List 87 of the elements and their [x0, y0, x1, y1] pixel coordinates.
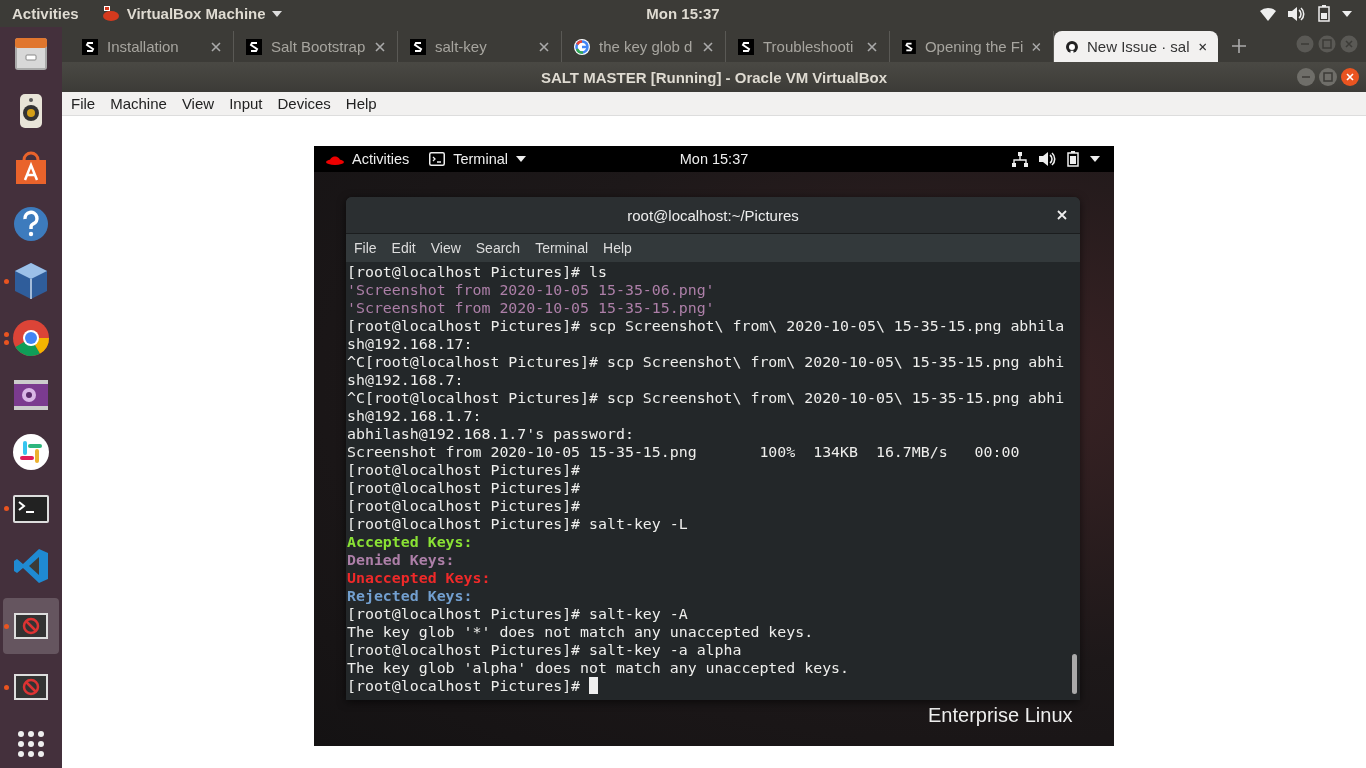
terminal-line: [root@localhost Pictures]# scp Screenshot\ from\ 2020-10-05\ 15-35-15.png abhila — [347, 317, 1065, 335]
terminal-line: [root@localhost Pictures]# ls — [347, 263, 607, 281]
menu-item[interactable]: Help — [345, 95, 377, 112]
terminal-line: ^C[root@localhost Pictures]# scp Screenshot\ from\ 2020-10-05\ 15-35-15.png abhi — [347, 353, 1065, 371]
menu-item[interactable]: File — [71, 95, 96, 112]
menu-item[interactable]: Machine — [110, 95, 167, 112]
caret-icon — [516, 156, 526, 162]
terminal-line: Unaccepted Keys: — [347, 569, 491, 587]
menu-item[interactable]: Input — [229, 95, 263, 112]
network-icon[interactable] — [1012, 151, 1028, 167]
caret-icon[interactable] — [1342, 10, 1352, 17]
menu-item[interactable]: File — [354, 240, 377, 256]
window-title: root@localhost:~/Pictures — [627, 206, 799, 224]
battery-icon[interactable] — [1318, 5, 1330, 22]
menu-item[interactable]: Edit — [391, 240, 416, 256]
site-icon — [246, 38, 262, 55]
terminal-line: sh@192.168.17: — [347, 335, 473, 353]
activities-button[interactable]: Activities — [12, 5, 79, 22]
app-menu[interactable]: VirtualBox Machine — [126, 5, 266, 22]
terminal-line: [root@localhost Pictures]# — [347, 479, 581, 497]
caret-icon — [271, 10, 282, 17]
close-icon[interactable] — [539, 41, 549, 52]
clock[interactable]: Mon 15:37 — [646, 5, 720, 22]
terminal-line: [root@localhost Pictures]# salt-key -A — [347, 605, 688, 623]
running-dot — [4, 339, 9, 345]
battery-icon[interactable] — [1067, 151, 1079, 167]
terminal-line: sh@192.168.1.7: — [347, 407, 482, 425]
running-dot — [4, 623, 9, 629]
tab-title: Opening the Fi — [924, 38, 1024, 55]
menu-item[interactable]: Help — [603, 240, 632, 256]
scrollbar-thumb[interactable] — [1072, 654, 1077, 694]
running-dot — [4, 331, 9, 337]
terminal-line: sh@192.168.7: — [347, 371, 464, 389]
new-tab-icon[interactable] — [1232, 39, 1246, 53]
activities-button[interactable]: Activities — [352, 151, 410, 167]
app-menu[interactable]: Terminal — [453, 151, 508, 167]
menu-item[interactable]: Devices — [277, 95, 331, 112]
close-icon[interactable] — [211, 41, 221, 52]
tab-title: the key glob d — [599, 38, 694, 55]
browser-icon — [11, 318, 51, 359]
menu-item[interactable]: View — [181, 95, 215, 112]
volume-icon[interactable] — [1039, 152, 1056, 166]
terminal-line: abhilash@192.168.1.7's password: — [347, 425, 634, 443]
close-icon[interactable] — [703, 41, 713, 52]
desktop-logo-text: Enterprise Linux — [928, 704, 1073, 727]
terminal-line: Rejected Keys: — [347, 587, 473, 605]
clock[interactable]: Mon 15:37 — [679, 151, 749, 167]
site-icon — [410, 38, 426, 55]
menu-item[interactable]: Search — [475, 240, 521, 256]
site-icon — [902, 38, 916, 55]
close-icon[interactable] — [1340, 67, 1360, 87]
volume-icon[interactable] — [1288, 6, 1306, 21]
browser-tab[interactable]: New Issue · sal — [1054, 31, 1218, 62]
wifi-icon[interactable] — [1260, 6, 1276, 21]
menu-item[interactable]: View — [430, 240, 461, 256]
hashtag-icon — [11, 431, 51, 472]
terminal-line: 'Screenshot from 2020-10-05 15-35-15.png' — [347, 299, 715, 317]
caret-icon[interactable] — [1090, 156, 1100, 162]
terminal-line: Accepted Keys: — [347, 533, 473, 551]
tab-title: Troubleshooti — [763, 38, 855, 55]
terminal-line: [root@localhost Pictures]# — [347, 461, 581, 479]
tab-title: Installation — [107, 38, 180, 55]
tab-title: Salt Bootstrap — [271, 38, 366, 55]
terminal-line: Screenshot from 2020-10-05 15-35-15.png 100% 134KB 16.7MB/s 00:00 — [347, 443, 1020, 461]
running-dot — [4, 684, 9, 690]
tab-title: New Issue · sal — [1086, 38, 1190, 55]
running-dot — [4, 278, 9, 284]
window-title: SALT MASTER [Running] - Oracle VM VirtualBox — [540, 68, 888, 86]
close-icon[interactable] — [1198, 41, 1206, 52]
close-icon[interactable] — [375, 41, 385, 52]
site-icon — [738, 38, 754, 55]
terminal-line: [root@localhost Pictures]# salt-key -L — [347, 515, 688, 533]
terminal-icon — [429, 152, 446, 166]
running-dot — [4, 506, 9, 512]
terminal-line: ^C[root@localhost Pictures]# scp Screenshot\ from\ 2020-10-05\ 15-35-15.png abhi — [347, 389, 1065, 407]
terminal-line: The key glob '*' does not match any unaccepted keys. — [347, 623, 814, 641]
close-icon[interactable] — [867, 41, 877, 52]
terminal-line: The key glob 'alpha' does not match any unaccepted keys. — [347, 659, 850, 677]
terminal-line: 'Screenshot from 2020-10-05 15-35-06.png' — [347, 281, 715, 299]
terminal-line: [root@localhost Pictures]# — [347, 497, 581, 515]
terminal-line: Denied Keys: — [347, 551, 455, 569]
tab-title: salt-key — [435, 38, 488, 55]
terminal-line: [root@localhost Pictures]# — [347, 677, 581, 695]
terminal-line: [root@localhost Pictures]# salt-key -a alpha — [347, 641, 742, 659]
menu-item[interactable]: Terminal — [535, 240, 589, 256]
dock-item[interactable] — [3, 598, 59, 655]
site-icon — [82, 38, 98, 55]
